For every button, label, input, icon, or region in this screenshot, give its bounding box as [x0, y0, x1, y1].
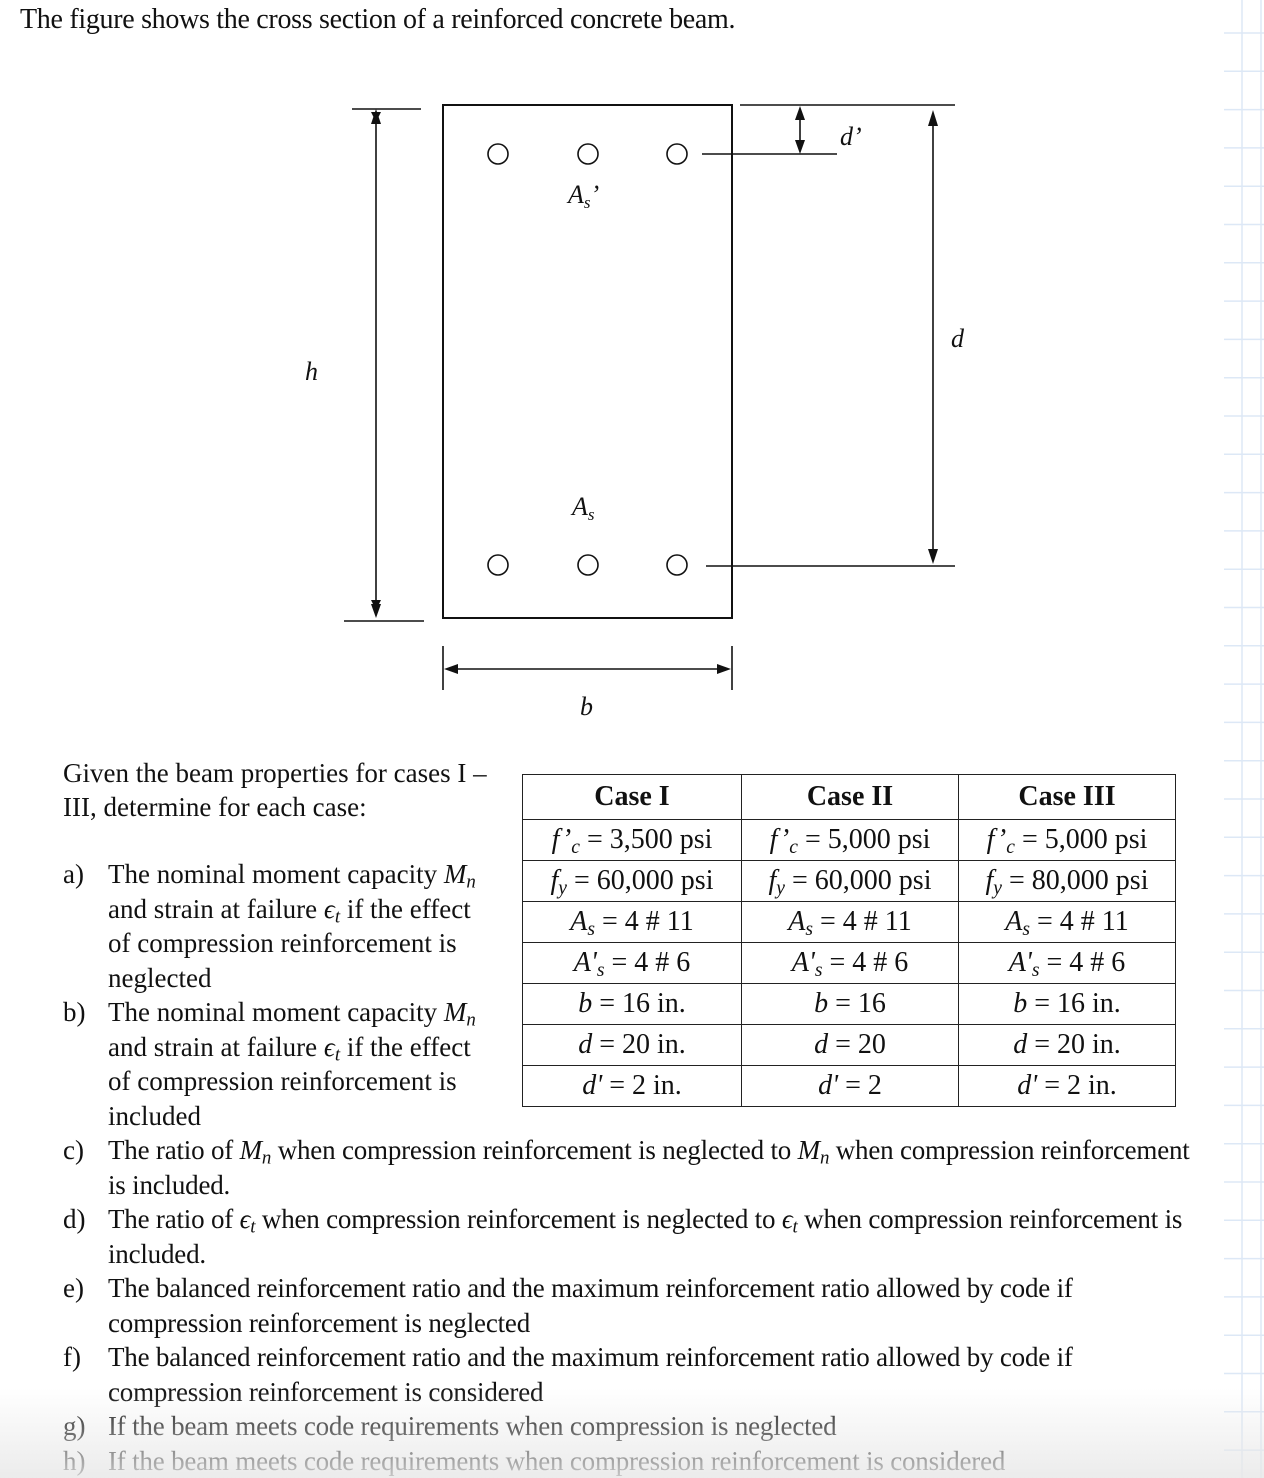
question-item: b) The nominal moment capacity Mn and st…	[63, 997, 476, 1131]
header-case-2: Case II	[741, 774, 959, 820]
rebar-circle	[666, 143, 688, 165]
intro-text: Given the beam properties for cases I – …	[63, 758, 487, 822]
table-cell: f’c = 5,000 psi	[741, 819, 959, 861]
question-text: If the beam meets code requirements when…	[108, 1445, 1006, 1476]
table-cell: f’c = 3,500 psi	[522, 819, 742, 861]
label-d-prime: d’	[840, 122, 862, 151]
header-case-1: Case I	[522, 774, 742, 820]
rebar-circle	[577, 554, 599, 576]
question-text: The balanced reinforcement ratio and the…	[108, 1273, 1073, 1338]
question-item: e) The balanced reinforcement ratio and …	[63, 1271, 1213, 1340]
question-item: f) The balanced reinforcement ratio and …	[63, 1340, 1213, 1409]
question-letter: a)	[63, 859, 84, 889]
question-letter: d)	[63, 1204, 86, 1234]
label-as: As	[570, 492, 595, 524]
label-b: b	[580, 692, 593, 721]
beam-section-outline	[442, 104, 733, 619]
label-d: d	[951, 324, 965, 353]
rebar-circle	[487, 554, 509, 576]
question-item: h) If the beam meets code requirements w…	[63, 1444, 1213, 1478]
cell-symbol: f’c	[551, 824, 580, 858]
table-row: f’c = 3,500 psi f’c = 5,000 psi f’c = 5,00…	[522, 819, 1176, 861]
question-letter: h)	[63, 1445, 86, 1476]
cell-symbol: f’c	[769, 824, 798, 858]
cell-symbol: f’c	[986, 824, 1015, 858]
cell-value: 5,000 psi	[1044, 824, 1148, 855]
table-header-row: Case I Case II Case III	[522, 774, 1176, 820]
beam-cross-section-figure: h b d d’ As’ As	[305, 104, 965, 721]
question-letter: f)	[63, 1342, 81, 1372]
b-dimension	[442, 646, 733, 690]
header-case-3: Case III	[958, 774, 1176, 820]
question-item: g) If the beam meets code requirements w…	[63, 1409, 1213, 1444]
question-item: c) The ratio of Mn when compression rein…	[63, 1135, 1190, 1200]
question-list: a) The nominal moment capacity Mn and st…	[63, 857, 1213, 1478]
rebar-circle	[666, 554, 688, 576]
cell-value: 5,000 psi	[827, 824, 931, 855]
question-letter: b)	[63, 997, 86, 1027]
rebar-circle	[487, 143, 509, 165]
question-letter: g)	[63, 1411, 86, 1441]
question-item: d) The ratio of ϵt when compression rein…	[63, 1204, 1183, 1269]
notebook-grid-margin	[1224, 0, 1264, 1478]
table-cell: f’c = 5,000 psi	[958, 819, 1176, 861]
tension-bars	[487, 554, 688, 576]
compression-bars	[487, 143, 688, 165]
label-h: h	[305, 357, 318, 386]
cell-value: 3,500 psi	[609, 824, 713, 855]
question-letter: e)	[63, 1273, 84, 1303]
question-letter: c)	[63, 1135, 84, 1165]
question-text: If the beam meets code requirements when…	[108, 1411, 837, 1441]
question-item: a) The nominal moment capacity Mn and st…	[63, 859, 476, 993]
rebar-circle	[577, 143, 599, 165]
d-prime-dimension	[702, 106, 837, 155]
question-text: The balanced reinforcement ratio and the…	[108, 1342, 1073, 1407]
d-dimension	[706, 104, 955, 567]
label-as-prime: As’	[566, 180, 599, 212]
h-dimension	[344, 108, 424, 622]
